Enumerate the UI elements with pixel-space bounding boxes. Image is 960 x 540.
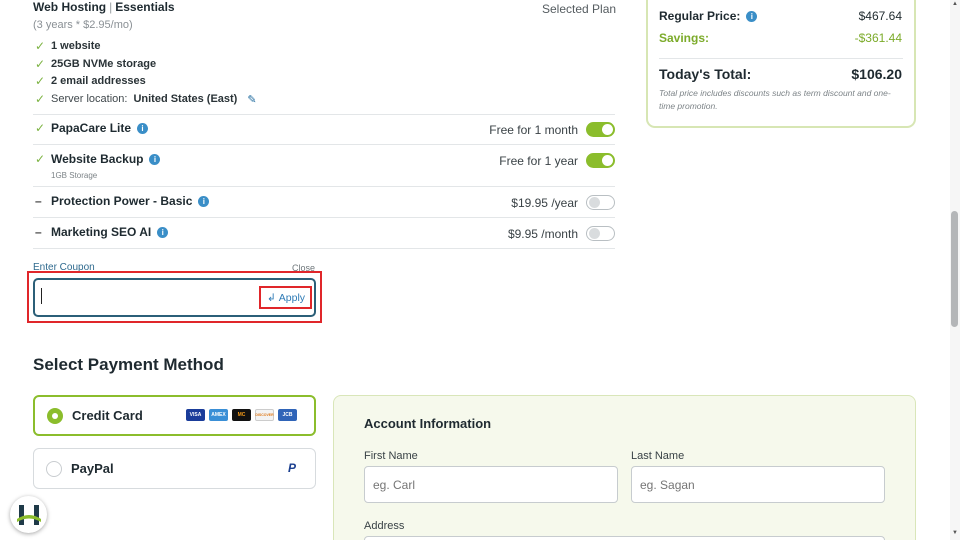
- addon-label: Website Backup: [51, 152, 144, 166]
- plan-feature: ✓ 25GB NVMe storage: [35, 57, 156, 71]
- savings-value: -$361.44: [854, 31, 902, 45]
- enter-icon: ↲: [266, 292, 276, 304]
- check-icon: ✓: [35, 39, 46, 53]
- addon-toggle-protection[interactable]: [586, 195, 615, 210]
- amex-icon: AMEX: [209, 409, 228, 421]
- visa-icon: VISA: [186, 409, 205, 421]
- regular-price-value: $467.64: [858, 9, 902, 23]
- divider: [33, 186, 615, 187]
- payment-option-label: Credit Card: [72, 408, 143, 423]
- radio-unselected-icon[interactable]: [46, 460, 62, 477]
- regular-price-row: Regular Price: i $467.64: [659, 9, 902, 23]
- info-icon[interactable]: i: [137, 122, 149, 134]
- radio-selected-icon[interactable]: [47, 407, 63, 424]
- addon-price: $9.95 /month: [507, 227, 578, 241]
- server-location: ✓ Server location: United States (East) …: [35, 92, 257, 106]
- plan-tier: Essentials: [115, 0, 175, 14]
- divider: [659, 58, 903, 59]
- mastercard-icon: MC: [232, 409, 251, 421]
- card-brands: VISA AMEX MC DISCOVER JCB: [186, 409, 297, 421]
- addon-price: $19.95 /year: [511, 196, 578, 210]
- plan-feature: ✓ 2 email addresses: [35, 74, 146, 88]
- divider: [33, 248, 615, 249]
- server-location-value: United States (East): [133, 93, 238, 105]
- address-field[interactable]: [364, 536, 885, 540]
- info-icon[interactable]: i: [157, 226, 169, 238]
- chat-logo-icon[interactable]: [10, 496, 47, 533]
- payment-option-label: PayPal: [71, 461, 114, 476]
- info-icon[interactable]: i: [149, 153, 161, 165]
- addon-toggle-seo[interactable]: [586, 226, 615, 241]
- info-icon[interactable]: i: [198, 195, 210, 207]
- check-icon: ✓: [35, 152, 46, 166]
- text-caret: [41, 288, 42, 304]
- first-name-label: First Name: [364, 450, 418, 462]
- addon-price: Free for 1 year: [499, 154, 578, 168]
- last-name-label: Last Name: [631, 450, 685, 462]
- plan-feature: ✓ 1 website: [35, 39, 101, 53]
- plan-feature-text: 1 website: [51, 40, 101, 52]
- payment-method-title: Select Payment Method: [33, 355, 224, 374]
- addon-name: ✓ Website Backup i: [35, 152, 161, 166]
- addon-name: ✓ PapaCare Lite i: [35, 121, 149, 135]
- plan-feature-text: 25GB NVMe storage: [51, 58, 157, 70]
- address-label: Address: [364, 520, 405, 532]
- addon-toggle-papacare[interactable]: [586, 122, 615, 137]
- apply-button[interactable]: ↲ Apply: [262, 289, 310, 307]
- plan-feature-text: 2 email addresses: [51, 75, 146, 87]
- plan-name: Web Hosting: [33, 0, 107, 14]
- account-info-title: Account Information: [364, 416, 492, 431]
- divider: [33, 217, 615, 218]
- apply-button-label: Apply: [278, 292, 306, 304]
- total-label: Today's Total:: [659, 66, 752, 82]
- plan-term-price: (3 years * $2.95/mo): [33, 19, 133, 31]
- scrollbar-thumb[interactable]: [951, 211, 958, 327]
- info-icon[interactable]: i: [746, 10, 758, 22]
- plan-title: Web Hosting | Essentials: [33, 0, 175, 14]
- dash-icon: –: [35, 225, 42, 239]
- addon-price: Free for 1 month: [489, 123, 578, 137]
- divider: [33, 114, 615, 115]
- check-icon: ✓: [35, 121, 46, 135]
- scroll-up-icon[interactable]: ▲: [950, 1, 960, 7]
- divider: [33, 144, 615, 145]
- server-location-label: Server location:: [51, 93, 128, 105]
- pencil-icon[interactable]: ✎: [247, 93, 256, 106]
- payment-option-credit-card[interactable]: Credit Card VISA AMEX MC DISCOVER JCB: [33, 395, 316, 436]
- addon-sublabel: 1GB Storage: [51, 171, 98, 180]
- check-icon: ✓: [35, 92, 46, 106]
- savings-label: Savings:: [659, 31, 710, 45]
- plan-title-separator: |: [109, 0, 113, 14]
- discover-icon: DISCOVER: [255, 409, 274, 421]
- jcb-icon: JCB: [278, 409, 297, 421]
- scroll-down-icon[interactable]: ▼: [950, 530, 960, 536]
- regular-price-label: Regular Price: i: [659, 9, 758, 23]
- payment-option-paypal[interactable]: PayPal P: [33, 448, 316, 489]
- addon-label: Protection Power - Basic: [51, 194, 193, 208]
- last-name-field[interactable]: [631, 466, 885, 503]
- total-value: $106.20: [851, 66, 902, 82]
- check-icon: ✓: [35, 74, 46, 88]
- dash-icon: –: [35, 194, 42, 208]
- addon-toggle-backup[interactable]: [586, 153, 615, 168]
- addon-label: Marketing SEO AI: [51, 225, 152, 239]
- savings-row: Savings: -$361.44: [659, 31, 902, 45]
- check-icon: ✓: [35, 57, 46, 71]
- addon-name: – Protection Power - Basic i: [35, 194, 210, 208]
- addon-name: – Marketing SEO AI i: [35, 225, 169, 239]
- paypal-icon: P: [287, 461, 296, 475]
- selected-plan-label: Selected Plan: [542, 2, 617, 16]
- total-note: Total price includes discounts such as t…: [659, 88, 891, 111]
- first-name-field[interactable]: [364, 466, 618, 503]
- addon-label: PapaCare Lite: [51, 121, 132, 135]
